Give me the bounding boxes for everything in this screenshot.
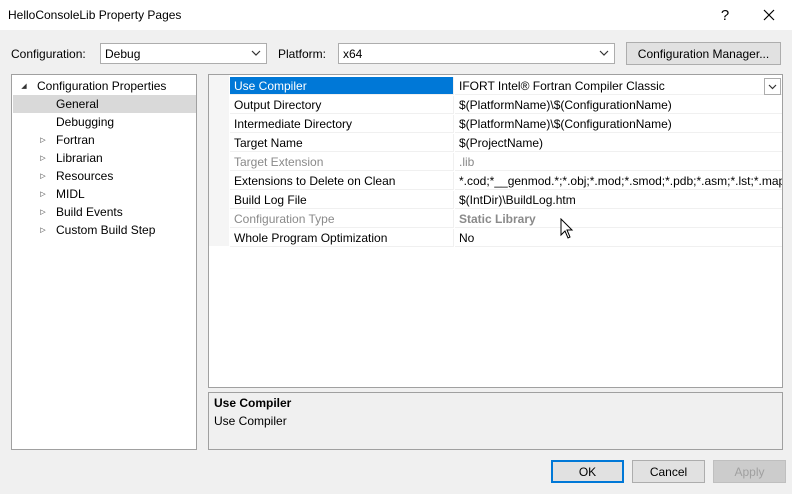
grid-row-intermediate-directory[interactable]: Intermediate Directory $(PlatformName)\$… xyxy=(209,115,782,134)
property-tree[interactable]: ◢ Configuration Properties General Debug… xyxy=(11,74,197,450)
property-value[interactable]: IFORT Intel® Fortran Compiler Classic xyxy=(455,77,782,95)
platform-dropdown[interactable]: x64 xyxy=(338,43,615,64)
cancel-button[interactable]: Cancel xyxy=(632,460,705,483)
property-value[interactable]: *.cod;*__genmod.*;*.obj;*.mod;*.smod;*.p… xyxy=(455,172,782,190)
collapsed-triangle-icon[interactable]: ▷ xyxy=(38,167,48,185)
platform-label: Platform: xyxy=(278,47,327,61)
tree-item-debugging[interactable]: Debugging xyxy=(56,113,114,131)
ok-button[interactable]: OK xyxy=(551,460,624,483)
grid-row-target-extension: Target Extension .lib xyxy=(209,153,782,172)
tree-item-librarian[interactable]: Librarian xyxy=(56,149,103,167)
property-name: Build Log File xyxy=(230,191,454,209)
configuration-manager-button[interactable]: Configuration Manager... xyxy=(626,42,781,65)
property-value[interactable]: No xyxy=(455,229,782,247)
property-name: Extensions to Delete on Clean xyxy=(230,172,454,190)
tree-item-midl[interactable]: MIDL xyxy=(56,185,85,203)
property-name: Use Compiler xyxy=(230,77,454,95)
window-title: HelloConsoleLib Property Pages xyxy=(8,8,182,22)
grid-row-build-log-file[interactable]: Build Log File $(IntDir)\BuildLog.htm xyxy=(209,191,782,210)
configuration-value: Debug xyxy=(105,47,141,61)
tree-item-build-events[interactable]: Build Events xyxy=(56,203,123,221)
collapsed-triangle-icon[interactable]: ▷ xyxy=(38,149,48,167)
platform-value: x64 xyxy=(343,47,363,61)
chevron-down-icon xyxy=(251,50,261,56)
property-name: Configuration Type xyxy=(230,210,454,228)
tree-item-resources[interactable]: Resources xyxy=(56,167,113,185)
property-name: Output Directory xyxy=(230,96,454,114)
tree-item-fortran[interactable]: Fortran xyxy=(56,131,95,149)
collapsed-triangle-icon[interactable]: ▷ xyxy=(38,131,48,149)
chevron-down-icon xyxy=(768,84,777,90)
grid-row-use-compiler[interactable]: Use Compiler IFORT Intel® Fortran Compil… xyxy=(209,77,782,96)
description-text: Use Compiler xyxy=(214,414,287,428)
property-value-text: IFORT Intel® Fortran Compiler Classic xyxy=(459,79,665,93)
property-grid[interactable]: Use Compiler IFORT Intel® Fortran Compil… xyxy=(208,74,783,388)
mouse-pointer-icon xyxy=(560,218,574,239)
property-name: Target Name xyxy=(230,134,454,152)
grid-row-configuration-type: Configuration Type Static Library xyxy=(209,210,782,229)
tree-item-custom-build-step[interactable]: Custom Build Step xyxy=(56,221,155,239)
grid-row-extensions-to-delete[interactable]: Extensions to Delete on Clean *.cod;*__g… xyxy=(209,172,782,191)
property-value[interactable]: $(ProjectName) xyxy=(455,134,782,152)
property-value: .lib xyxy=(455,153,782,171)
help-button[interactable]: ? xyxy=(702,0,748,30)
configuration-dropdown[interactable]: Debug xyxy=(100,43,267,64)
property-value[interactable]: $(IntDir)\BuildLog.htm xyxy=(455,191,782,209)
close-icon xyxy=(763,9,775,21)
tree-root-configuration-properties[interactable]: Configuration Properties xyxy=(37,77,166,95)
property-value: Static Library xyxy=(455,210,782,228)
grid-row-whole-program-optimization[interactable]: Whole Program Optimization No xyxy=(209,229,782,248)
collapsed-triangle-icon[interactable]: ▷ xyxy=(38,185,48,203)
tree-item-label: General xyxy=(56,97,99,111)
grid-row-target-name[interactable]: Target Name $(ProjectName) xyxy=(209,134,782,153)
collapsed-triangle-icon[interactable]: ▷ xyxy=(38,203,48,221)
property-name: Target Extension xyxy=(230,153,454,171)
property-name: Whole Program Optimization xyxy=(230,229,454,247)
description-panel: Use Compiler Use Compiler xyxy=(208,392,783,450)
configuration-label: Configuration: xyxy=(11,47,86,61)
value-dropdown-button[interactable] xyxy=(764,78,781,95)
close-button[interactable] xyxy=(746,0,792,30)
property-value[interactable]: $(PlatformName)\$(ConfigurationName) xyxy=(455,96,782,114)
grid-row-output-directory[interactable]: Output Directory $(PlatformName)\$(Confi… xyxy=(209,96,782,115)
property-name: Intermediate Directory xyxy=(230,115,454,133)
chevron-down-icon xyxy=(599,50,609,56)
apply-button: Apply xyxy=(713,460,786,483)
tree-item-general[interactable]: General xyxy=(13,95,196,113)
description-title: Use Compiler xyxy=(214,396,292,410)
collapsed-triangle-icon[interactable]: ▷ xyxy=(38,221,48,239)
expanded-triangle-icon[interactable]: ◢ xyxy=(19,77,29,95)
property-value[interactable]: $(PlatformName)\$(ConfigurationName) xyxy=(455,115,782,133)
